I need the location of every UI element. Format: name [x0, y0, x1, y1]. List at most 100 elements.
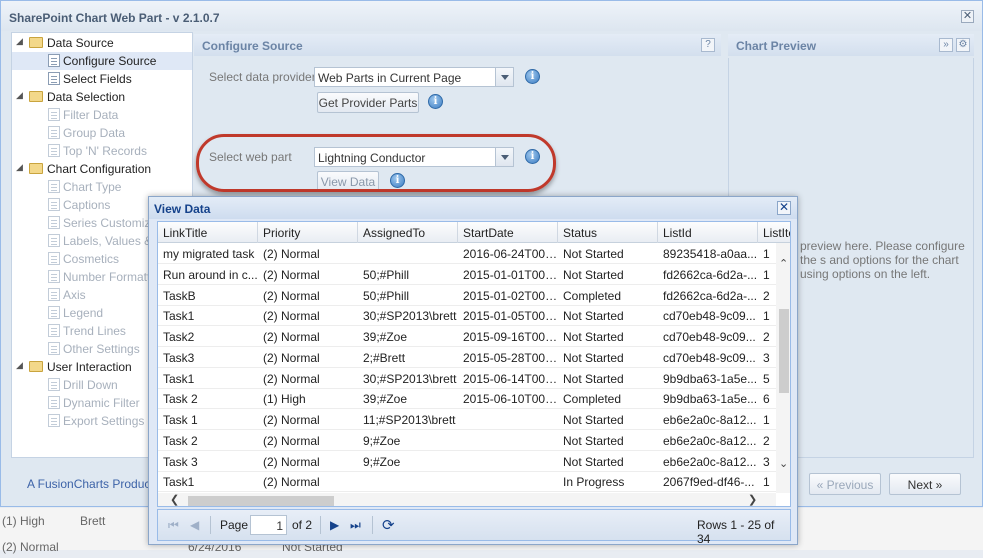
tree-item[interactable]: Group Data — [12, 124, 192, 142]
table-cell: 2015-06-14T00:... — [463, 371, 558, 386]
table-cell: Task1 — [163, 475, 195, 490]
tree-item[interactable]: Chart Type — [12, 178, 192, 196]
tree-item[interactable]: Configure Source — [12, 52, 192, 70]
column-header[interactable]: StartDate — [458, 222, 558, 243]
page-icon — [48, 198, 60, 211]
table-cell — [458, 451, 558, 471]
tree-item-label: Dynamic Filter — [63, 396, 140, 410]
last-page-icon[interactable]: ⏭ — [350, 518, 361, 533]
scroll-left-icon[interactable]: ❮ — [170, 493, 179, 506]
data-provider-select[interactable]: Web Parts in Current Page — [314, 67, 514, 87]
table-cell: 9;#Zoe — [363, 454, 401, 469]
page-icon — [48, 54, 60, 67]
prev-page-icon[interactable]: ◀ — [190, 518, 199, 532]
tree-item[interactable]: Top 'N' Records — [12, 142, 192, 160]
next-button[interactable]: Next » — [889, 473, 961, 495]
column-header[interactable]: Status — [558, 222, 658, 243]
horizontal-scroll-thumb[interactable] — [188, 496, 334, 506]
tree-item[interactable]: ◢ Data Source — [12, 34, 192, 52]
close-icon[interactable]: ✕ — [777, 201, 791, 215]
table-cell: Not Started — [563, 247, 624, 261]
get-provider-parts-button[interactable]: Get Provider Parts — [317, 92, 419, 113]
chevron-down-icon[interactable] — [495, 68, 513, 86]
tree-item[interactable]: ◢ Chart Configuration — [12, 160, 192, 178]
tree-item-label: Export Settings — [63, 414, 145, 428]
table-row[interactable]: Task 2 (1) High 39;#Zoe 2015-06-10T00:... Co… — [158, 388, 776, 410]
table-cell: 5 — [763, 371, 770, 386]
tree-item[interactable]: ◢ Data Selection — [12, 88, 192, 106]
column-header[interactable]: Priority — [258, 222, 358, 243]
background-priority: (2) Normal — [2, 540, 59, 554]
column-header[interactable]: ListId — [658, 222, 758, 243]
first-page-icon[interactable]: ⏮ — [168, 518, 179, 533]
tree-item[interactable]: Select Fields — [12, 70, 192, 88]
expand-triangle-icon[interactable]: ◢ — [16, 162, 23, 173]
table-cell — [458, 409, 558, 429]
tree-item-label: Top 'N' Records — [63, 144, 147, 158]
vertical-scroll-thumb[interactable] — [779, 309, 789, 393]
scroll-up-icon[interactable]: ⌃ — [779, 257, 788, 270]
column-header[interactable]: LinkTitle — [158, 222, 258, 243]
table-cell: 3 — [763, 350, 770, 365]
column-header[interactable]: ListIte — [758, 222, 790, 243]
refresh-icon[interactable]: ⟳ — [382, 516, 395, 534]
expand-icon[interactable]: » — [939, 38, 953, 52]
table-cell: cd70eb48-9c09... — [663, 350, 756, 365]
table-cell: 1 — [763, 475, 770, 490]
table-cell: 89235418-a0aa... — [663, 247, 758, 261]
scroll-down-icon[interactable]: ⌄ — [779, 457, 788, 470]
tree-item-label: Group Data — [63, 126, 126, 140]
table-cell: In Progress — [563, 475, 625, 490]
table-row[interactable]: Task3 (2) Normal 2;#Brett 2015-05-28T00:...… — [158, 347, 776, 368]
view-data-title: View Data — [149, 197, 797, 219]
previous-button[interactable]: « Previous — [809, 473, 881, 495]
help-icon[interactable]: ? — [701, 38, 715, 52]
table-cell: eb6e2a0c-8a12... — [663, 454, 757, 469]
table-cell: Run around in c... — [163, 267, 258, 282]
tree-item-label: Number Formattin — [63, 270, 160, 284]
page-icon — [48, 252, 60, 265]
tree-item[interactable]: Filter Data — [12, 106, 192, 124]
table-row[interactable]: Task 1 (2) Normal 11;#SP2013\brett Not Star… — [158, 409, 776, 430]
dialog-close-icon[interactable]: ✕ — [961, 10, 974, 23]
table-cell: Task 2 — [163, 392, 198, 407]
table-row[interactable]: Task 2 (2) Normal 9;#Zoe Not Started eb6e2a0… — [158, 430, 776, 451]
folder-icon — [29, 361, 43, 372]
expand-triangle-icon[interactable]: ◢ — [16, 90, 23, 101]
tree-item-label: Captions — [63, 198, 111, 212]
table-row[interactable]: Task1 (2) Normal 30;#SP2013\brett 2015-01-0… — [158, 305, 776, 327]
table-row[interactable]: Task1 (2) Normal In Progress 2067f9ed-df46-… — [158, 471, 776, 493]
gear-icon[interactable]: ⚙ — [956, 38, 970, 52]
table-cell: 2015-01-05T00:... — [463, 309, 558, 324]
table-cell: (1) High — [263, 392, 306, 407]
table-cell: Not Started — [563, 433, 624, 448]
tree-item-label: Other Settings — [63, 342, 140, 356]
next-page-icon[interactable]: ▶ — [330, 518, 339, 532]
horizontal-scrollbar[interactable]: ❮ ❯ — [158, 493, 776, 506]
expand-triangle-icon[interactable]: ◢ — [16, 36, 23, 47]
column-header[interactable]: AssignedTo — [358, 222, 458, 243]
table-cell: cd70eb48-9c09... — [663, 309, 756, 324]
expand-triangle-icon[interactable]: ◢ — [16, 360, 23, 371]
pager-separator — [372, 516, 373, 534]
table-row[interactable]: Task1 (2) Normal 30;#SP2013\brett 2015-06-1… — [158, 368, 776, 389]
table-cell: 2015-05-28T00:... — [463, 350, 558, 365]
fusioncharts-link[interactable]: A FusionCharts Product — [27, 477, 154, 491]
scroll-right-icon[interactable]: ❯ — [748, 493, 757, 506]
table-row[interactable]: Task2 (2) Normal 39;#Zoe 2015-09-16T00:... N… — [158, 326, 776, 347]
vertical-scrollbar[interactable]: ⌃ ⌄ — [776, 243, 790, 493]
folder-icon — [29, 91, 43, 102]
table-row[interactable]: my migrated task (2) Normal 2016-06-24T00:… — [158, 243, 776, 264]
table-row[interactable]: TaskB (2) Normal 50;#Phill 2015-01-02T00:..… — [158, 285, 776, 306]
table-cell: Not Started — [563, 309, 624, 324]
table-row[interactable]: Run around in c... (2) Normal 50;#Phill 201… — [158, 264, 776, 285]
page-icon — [48, 108, 60, 121]
table-cell: Task 1 — [163, 413, 198, 427]
info-icon[interactable]: i — [525, 69, 540, 84]
grid-header: LinkTitle Priority AssignedTo StartDate Stat… — [158, 222, 790, 243]
page-icon — [48, 144, 60, 157]
page-number-input[interactable]: 1 — [250, 515, 287, 535]
table-row[interactable]: Task 3 (2) Normal 9;#Zoe Not Started eb6e2a0… — [158, 451, 776, 472]
info-icon[interactable]: i — [428, 94, 443, 109]
table-cell: Task 3 — [163, 454, 198, 469]
